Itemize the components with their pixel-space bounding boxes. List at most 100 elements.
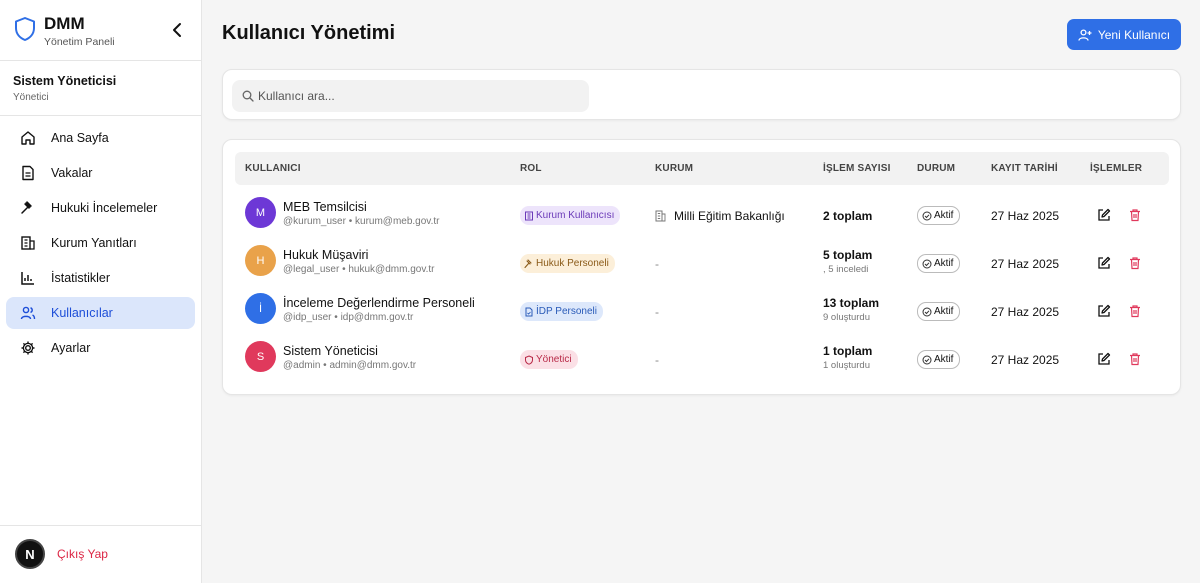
trash-icon[interactable]	[1128, 352, 1142, 366]
header-status: DURUM	[917, 163, 956, 174]
header-role: ROL	[520, 163, 542, 174]
ops-total: 5 toplam	[823, 248, 873, 262]
ops-detail: , 5 inceledi	[823, 264, 869, 275]
sidebar-nav: Ana Sayfa Vakalar Hukuki İncelemeler Kur…	[0, 116, 201, 373]
new-user-button-label: Yeni Kullanıcı	[1097, 27, 1171, 42]
role-label: Yönetici	[536, 354, 572, 365]
current-user-role: Yönetici	[13, 92, 49, 103]
role-badge: Yönetici	[520, 350, 578, 369]
avatar: H	[245, 245, 276, 276]
user-name: Sistem Yöneticisi	[283, 344, 378, 358]
user-username: @admin	[283, 360, 321, 371]
status-label: Aktif	[934, 258, 954, 269]
avatar: M	[245, 197, 276, 228]
building-icon	[525, 211, 533, 220]
app-logo: N	[15, 539, 45, 569]
sidebar-item-cases[interactable]: Vakalar	[6, 157, 195, 189]
sidebar-item-label: Ana Sayfa	[51, 131, 109, 145]
avatar: İ	[245, 293, 276, 324]
chevron-left-icon[interactable]	[170, 20, 184, 40]
shield-icon	[525, 354, 533, 365]
status-label: Aktif	[934, 210, 954, 221]
edit-icon[interactable]	[1097, 352, 1111, 366]
ops-total: 1 toplam	[823, 344, 873, 358]
current-user: Sistem Yöneticisi Yönetici	[0, 61, 201, 116]
user-email: hukuk@dmm.gov.tr	[348, 264, 435, 275]
status-badge: Aktif	[917, 206, 961, 225]
sidebar-item-institution-responses[interactable]: Kurum Yanıtları	[6, 227, 195, 259]
header-actions: İŞLEMLER	[1090, 163, 1143, 174]
user-name: MEB Temsilcisi	[283, 200, 367, 214]
check-circle-icon	[922, 259, 932, 268]
role-label: Hukuk Personeli	[536, 258, 609, 269]
table-header: KULLANICI ROL KURUM İŞLEM SAYISI DURUM K…	[235, 152, 1169, 185]
ops-detail: 1 oluşturdu	[823, 360, 871, 371]
org-name: Milli Eğitim Bakanlığı	[674, 209, 785, 223]
sidebar-item-label: İstatistikler	[51, 271, 111, 285]
user-meta: @kurum_user • kurum@meb.gov.tr	[283, 216, 440, 227]
check-circle-icon	[922, 211, 932, 220]
sidebar-item-home[interactable]: Ana Sayfa	[6, 122, 195, 154]
header-ops: İŞLEM SAYISI	[823, 163, 891, 174]
ops-detail: 9 oluşturdu	[823, 312, 871, 323]
role-label: İDP Personeli	[536, 306, 597, 317]
sidebar-item-statistics[interactable]: İstatistikler	[6, 262, 195, 294]
created-date: 27 Haz 2025	[991, 305, 1060, 319]
status-label: Aktif	[934, 354, 954, 365]
role-label: Kurum Kullanıcısı	[536, 210, 615, 221]
trash-icon[interactable]	[1128, 304, 1142, 318]
user-email: idp@dmm.gov.tr	[340, 312, 414, 323]
trash-icon[interactable]	[1128, 256, 1142, 270]
table-row: H Hukuk Müşaviri @legal_user • hukuk@dmm…	[235, 236, 1169, 284]
user-name: Hukuk Müşaviri	[283, 248, 369, 262]
user-username: @legal_user	[283, 264, 340, 275]
brand-title: DMM	[44, 14, 85, 33]
check-circle-icon	[922, 355, 932, 364]
logout-link[interactable]: Çıkış Yap	[57, 547, 108, 561]
sidebar-item-settings[interactable]: Ayarlar	[6, 332, 195, 364]
brand-subtitle: Yönetim Paneli	[44, 36, 115, 48]
search-box	[232, 80, 589, 112]
user-meta: @idp_user • idp@dmm.gov.tr	[283, 312, 414, 323]
sidebar-item-label: Kullanıcılar	[51, 306, 113, 320]
user-name: İnceleme Değerlendirme Personeli	[283, 296, 475, 310]
home-icon	[20, 130, 36, 146]
ops-total: 2 toplam	[823, 209, 873, 223]
ops-total: 13 toplam	[823, 296, 880, 310]
sidebar-item-label: Hukuki İncelemeler	[51, 201, 158, 215]
status-label: Aktif	[934, 306, 954, 317]
user-username: @kurum_user	[283, 216, 346, 227]
users-table: KULLANICI ROL KURUM İŞLEM SAYISI DURUM K…	[222, 139, 1181, 395]
users-icon	[20, 305, 36, 321]
status-badge: Aktif	[917, 254, 961, 273]
building-icon	[20, 235, 36, 251]
role-badge: Kurum Kullanıcısı	[520, 206, 621, 225]
trash-icon[interactable]	[1128, 208, 1142, 222]
document-icon	[20, 165, 36, 181]
sidebar: DMM Yönetim Paneli Sistem Yöneticisi Yön…	[0, 0, 202, 583]
user-username: @idp_user	[283, 312, 332, 323]
building-icon	[655, 210, 666, 222]
status-badge: Aktif	[917, 302, 961, 321]
created-date: 27 Haz 2025	[991, 257, 1060, 271]
sidebar-item-users[interactable]: Kullanıcılar	[6, 297, 195, 329]
shield-icon	[15, 17, 35, 41]
file-check-icon	[525, 307, 533, 316]
search-input[interactable]	[258, 80, 578, 112]
search-icon	[242, 90, 254, 102]
edit-icon[interactable]	[1097, 304, 1111, 318]
org-cell: Milli Eğitim Bakanlığı	[655, 209, 785, 223]
current-user-name: Sistem Yöneticisi	[13, 74, 117, 88]
search-card	[222, 69, 1181, 120]
org-cell: -	[655, 305, 659, 319]
edit-icon[interactable]	[1097, 208, 1111, 222]
edit-icon[interactable]	[1097, 256, 1111, 270]
header-date: KAYIT TARİHİ	[991, 163, 1058, 174]
org-cell: -	[655, 353, 659, 367]
table-row: S Sistem Yöneticisi @admin • admin@dmm.g…	[235, 332, 1169, 380]
sidebar-item-legal-reviews[interactable]: Hukuki İncelemeler	[6, 192, 195, 224]
table-row: M MEB Temsilcisi @kurum_user • kurum@meb…	[235, 188, 1169, 236]
gavel-icon	[20, 200, 36, 216]
new-user-button[interactable]: Yeni Kullanıcı	[1067, 19, 1181, 50]
sidebar-item-label: Vakalar	[51, 166, 93, 180]
